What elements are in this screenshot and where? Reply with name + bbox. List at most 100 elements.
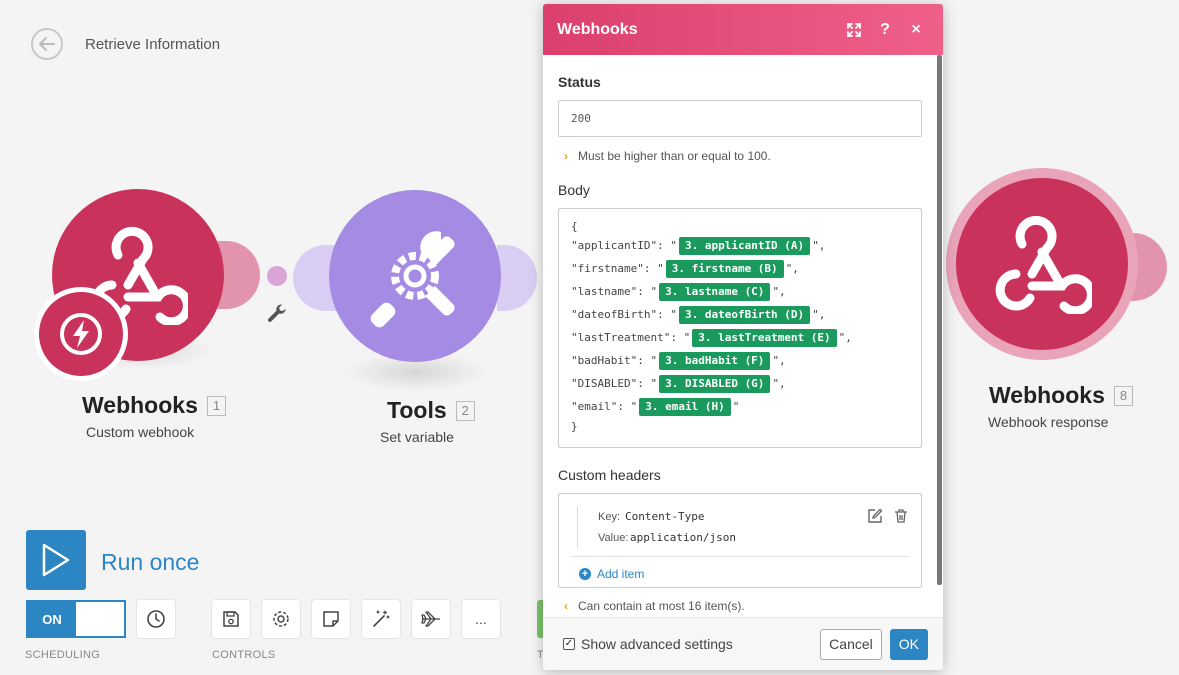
body-key: "applicantID": " (571, 239, 677, 252)
magic-wand-icon (373, 610, 390, 627)
body-line: "lastTreatment": " 3. lastTreatment (E) ", (571, 326, 909, 349)
save-button[interactable] (212, 600, 250, 638)
mapped-variable-pill[interactable]: 3. dateofBirth (D) (678, 305, 811, 324)
header-value-label: Value: (598, 531, 629, 544)
node-1-name: Webhooks (82, 392, 198, 418)
body-close-brace: } (571, 419, 578, 433)
more-button[interactable]: ... (462, 600, 500, 638)
mapped-variable-pill[interactable]: 3. applicantID (A) (678, 236, 811, 255)
header-key-value[interactable]: Content-Type (625, 510, 704, 523)
body-tail: ", (812, 239, 826, 252)
header-value-row: Value: application/json (577, 527, 909, 548)
header-key-label: Key: (598, 510, 621, 523)
body-tail: ", (772, 377, 786, 390)
tools-icon (370, 231, 455, 328)
node-3-inner (956, 178, 1128, 350)
modal-scrollbar[interactable] (937, 55, 942, 585)
notes-button[interactable] (312, 600, 350, 638)
body-key: "dateofBirth": " (571, 308, 677, 321)
toggle-on-label: ON (28, 602, 76, 636)
node-3-title: Webhooks 8 (989, 382, 1134, 409)
settings-button[interactable] (262, 600, 300, 638)
header-value-value[interactable]: application/json (630, 531, 736, 544)
edit-icon[interactable] (867, 508, 883, 524)
arrow-left-icon (39, 37, 55, 51)
instant-trigger-badge (34, 287, 128, 381)
advanced-settings-label[interactable]: Show advanced settings (581, 636, 820, 652)
body-editor[interactable]: { "applicantID": " 3. applicantID (A) ", "f… (558, 208, 922, 448)
status-hint-text: Must be higher than or equal to 100. (578, 149, 771, 163)
body-open-brace: { (571, 219, 578, 233)
link-dot[interactable] (267, 266, 287, 286)
mapped-variable-pill[interactable]: 3. lastname (C) (659, 282, 771, 301)
add-item-button[interactable]: + Add item (579, 567, 909, 581)
custom-headers-box: Key: Content-Type Value: application/jso… (558, 493, 922, 588)
lightning-icon (60, 313, 102, 355)
airplane-icon (421, 611, 440, 627)
plus-icon: + (579, 568, 591, 580)
scheduling-label: SCHEDULING (25, 649, 101, 661)
auto-align-button[interactable] (362, 600, 400, 638)
chevron-left-icon: ‹ (564, 599, 568, 613)
advanced-settings-checkbox[interactable]: ✓ (563, 638, 575, 650)
help-icon[interactable]: ? (872, 17, 898, 43)
body-label: Body (558, 182, 590, 198)
mapped-variable-pill[interactable]: 3. badHabit (F) (659, 351, 771, 370)
scenario-title: Retrieve Information (85, 36, 221, 53)
node-2-subtitle: Set variable (380, 429, 454, 445)
node-1-connector[interactable] (218, 241, 260, 309)
body-key: "email": " (571, 400, 638, 413)
webhooks-modal: Webhooks ? × Status 200 › Must be higher… (543, 4, 943, 670)
node-1-number: 1 (206, 395, 227, 416)
run-once-label[interactable]: Run once (101, 549, 199, 576)
close-icon[interactable]: × (903, 17, 929, 43)
status-input[interactable]: 200 (558, 100, 922, 137)
status-label: Status (558, 74, 601, 90)
save-icon (223, 611, 239, 627)
modal-body: Status 200 › Must be higher than or equa… (543, 55, 937, 617)
webhook-icon (995, 215, 1092, 314)
status-hint: › Must be higher than or equal to 100. (558, 149, 922, 163)
body-tail: ", (812, 308, 826, 321)
back-button[interactable] (31, 28, 63, 60)
body-line: "dateofBirth": " 3. dateofBirth (D) ", (571, 303, 909, 326)
node-2-tools[interactable] (329, 190, 501, 362)
clock-icon (147, 610, 165, 628)
schedule-clock-button[interactable] (137, 600, 175, 638)
node-2-number: 2 (455, 400, 475, 421)
ok-button[interactable]: OK (889, 628, 928, 660)
body-key: "lastname": " (571, 285, 658, 298)
body-key: "DISABLED": " (571, 377, 658, 390)
node-3-webhooks[interactable] (946, 168, 1138, 360)
gear-icon (273, 611, 289, 627)
body-key: "lastTreatment": " (571, 331, 691, 344)
modal-header: Webhooks ? × (543, 4, 943, 55)
body-key: "badHabit": " (571, 354, 658, 367)
run-once-button[interactable] (26, 530, 86, 590)
wrench-icon[interactable] (264, 303, 290, 329)
mapped-variable-pill[interactable]: 3. firstname (B) (665, 259, 784, 278)
mapped-variable-pill[interactable]: 3. DISABLED (G) (659, 374, 771, 393)
body-tail: ", (772, 354, 786, 367)
body-tail: " (732, 400, 740, 413)
scheduling-toggle[interactable]: ON (26, 600, 126, 638)
more-label: ... (475, 611, 487, 627)
node-1-title: Webhooks 1 (82, 392, 227, 419)
node-2-connector-out[interactable] (497, 245, 537, 311)
cancel-button[interactable]: Cancel (820, 628, 882, 660)
body-line: "email": " 3. email (H) " (571, 395, 909, 418)
body-line: "badHabit": " 3. badHabit (F) ", (571, 349, 909, 372)
body-line: "DISABLED": " 3. DISABLED (G) ", (571, 372, 909, 395)
status-value: 200 (571, 112, 591, 125)
body-key: "firstname": " (571, 262, 664, 275)
expand-icon[interactable] (841, 17, 867, 43)
mapped-variable-pill[interactable]: 3. lastTreatment (E) (692, 328, 837, 347)
mapped-variable-pill[interactable]: 3. email (H) (639, 397, 731, 416)
node-3-number: 8 (1113, 385, 1134, 406)
trash-icon[interactable] (893, 508, 909, 524)
node-3-name: Webhooks (989, 382, 1105, 408)
chevron-right-icon: › (564, 149, 568, 163)
body-tail: ", (785, 262, 799, 275)
node-2-title: Tools 2 (387, 397, 475, 424)
explain-flow-button[interactable] (412, 600, 450, 638)
